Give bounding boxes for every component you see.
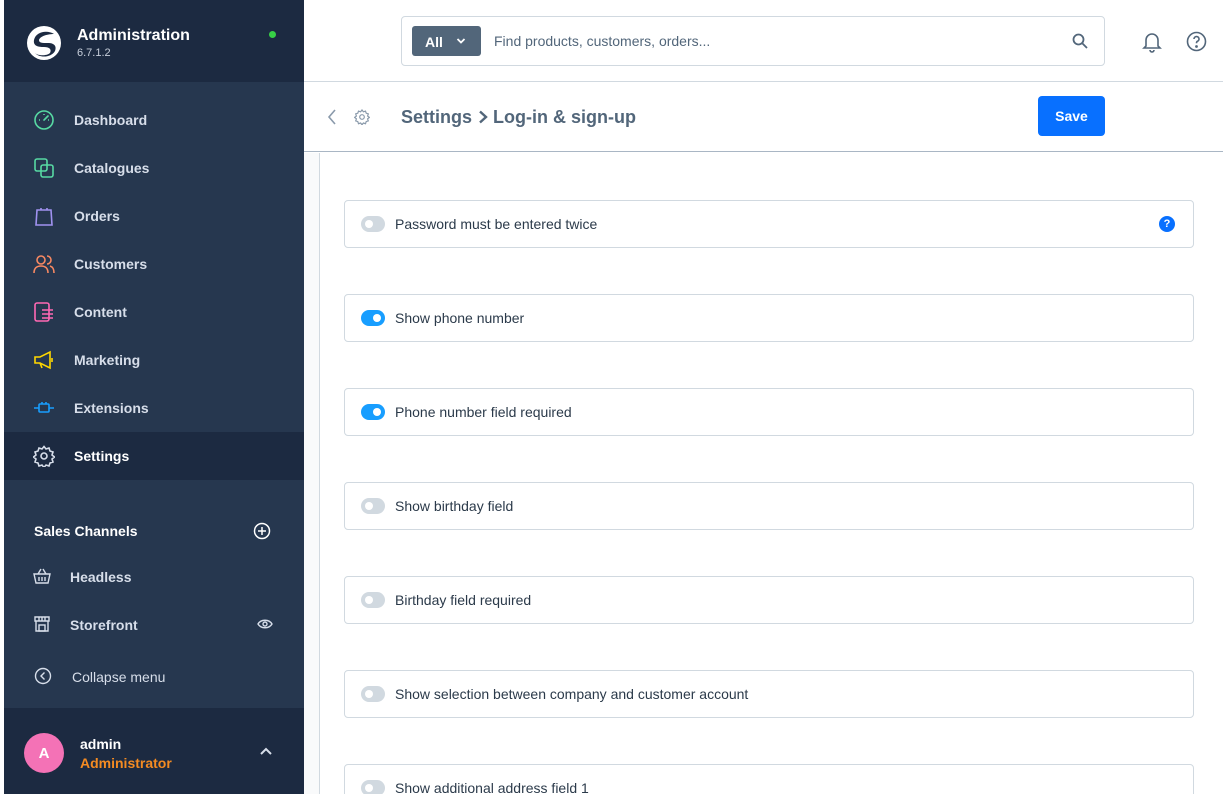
nav-item-catalogues[interactable]: Catalogues [4,144,304,192]
eye-icon[interactable] [257,618,273,630]
nav-item-settings[interactable]: Settings [4,432,304,480]
add-sales-channel-icon[interactable] [253,522,271,540]
field-birthday-required: Birthday field required [344,576,1194,624]
main-nav: Dashboard Catalogues Orders Customers Co… [4,96,304,480]
field-label: Show birthday field [395,498,514,514]
shopware-logo-icon [27,26,61,60]
field-label: Show phone number [395,310,525,326]
search-input[interactable] [494,29,1054,53]
brand-header[interactable]: Administration 6.7.1.2 [4,0,304,82]
user-menu[interactable]: A admin Administrator [4,708,304,794]
help-icon[interactable] [1186,31,1207,52]
app-root: Administration 6.7.1.2 Dashboard Catalog… [0,0,1223,794]
customers-icon [33,255,55,274]
sales-channels-heading: Sales Channels [34,523,138,539]
breadcrumb-current: Log-in & sign-up [493,107,636,127]
settings-content: Password must be entered twice ? Show ph… [304,153,1223,794]
dashboard-icon [34,110,54,130]
sales-channel-headless[interactable]: Headless [4,556,304,596]
chevron-left-circle-icon [34,667,52,685]
toggle-switch[interactable] [361,216,385,232]
storefront-icon [34,616,50,632]
orders-icon [35,208,53,226]
field-label: Birthday field required [395,592,532,608]
breadcrumb: Settings Log-in & sign-up [401,107,636,128]
brand-title: Administration [77,27,190,44]
collapse-menu-label: Collapse menu [72,669,166,685]
toggle-switch[interactable] [361,780,385,794]
content-icon [34,302,53,322]
nav-label: Settings [74,448,130,464]
search-icon[interactable] [1072,33,1088,49]
chevron-up-icon[interactable] [259,746,273,756]
nav-item-marketing[interactable]: Marketing [4,336,304,384]
field-additional-address-1: Show additional address field 1 [344,764,1194,794]
field-label: Password must be entered twice [395,216,598,232]
top-bar: All [304,0,1223,82]
search-scope-label: All [425,34,443,50]
nav-label: Content [74,304,127,320]
chevron-down-icon [456,38,466,44]
online-status-dot [269,31,276,38]
nav-label: Marketing [74,352,141,368]
settings-card: Password must be entered twice ? Show ph… [319,153,1223,794]
toggle-switch[interactable] [361,592,385,608]
marketing-icon [34,350,53,370]
nav-label: Customers [74,256,148,272]
sales-channel-storefront[interactable]: Storefront [4,604,304,644]
save-button[interactable]: Save [1038,96,1105,136]
extensions-icon [34,402,54,413]
nav-item-orders[interactable]: Orders [4,192,304,240]
nav-label: Extensions [74,400,149,416]
nav-label: Catalogues [74,160,150,176]
field-phone-required: Phone number field required [344,388,1194,436]
nav-item-content[interactable]: Content [4,288,304,336]
sidebar: Administration 6.7.1.2 Dashboard Catalog… [4,0,304,794]
chevron-right-icon [479,110,488,124]
nav-item-extensions[interactable]: Extensions [4,384,304,432]
avatar: A [24,733,64,773]
sales-channel-label: Storefront [70,617,138,633]
brand-version: 6.7.1.2 [77,47,111,59]
settings-gear-icon [354,109,370,125]
user-role: Administrator [80,755,172,771]
field-password-twice: Password must be entered twice ? [344,200,1194,248]
field-label: Phone number field required [395,404,572,420]
breadcrumb-parent[interactable]: Settings [401,107,472,127]
toggle-switch[interactable] [361,404,385,420]
field-label: Show additional address field 1 [395,780,589,794]
back-arrow-icon[interactable] [326,108,338,126]
catalogues-icon [34,158,54,178]
global-search: All [401,16,1105,66]
nav-label: Orders [74,208,120,224]
field-show-birthday: Show birthday field [344,482,1194,530]
settings-icon [33,445,55,467]
nav-item-dashboard[interactable]: Dashboard [4,96,304,144]
sales-channel-label: Headless [70,569,132,585]
notifications-bell-icon[interactable] [1142,31,1162,53]
smart-bar: Settings Log-in & sign-up Save [304,82,1223,152]
field-company-selection: Show selection between company and custo… [344,670,1194,718]
help-tooltip-icon[interactable]: ? [1159,216,1175,232]
toggle-switch[interactable] [361,686,385,702]
user-name: admin [80,736,122,752]
basket-icon [33,568,51,584]
nav-label: Dashboard [74,112,148,128]
field-show-phone: Show phone number [344,294,1194,342]
collapse-menu-button[interactable]: Collapse menu [4,656,304,696]
search-scope-dropdown[interactable]: All [412,26,481,56]
field-label: Show selection between company and custo… [395,686,749,702]
toggle-switch[interactable] [361,498,385,514]
toggle-switch[interactable] [361,310,385,326]
nav-item-customers[interactable]: Customers [4,240,304,288]
